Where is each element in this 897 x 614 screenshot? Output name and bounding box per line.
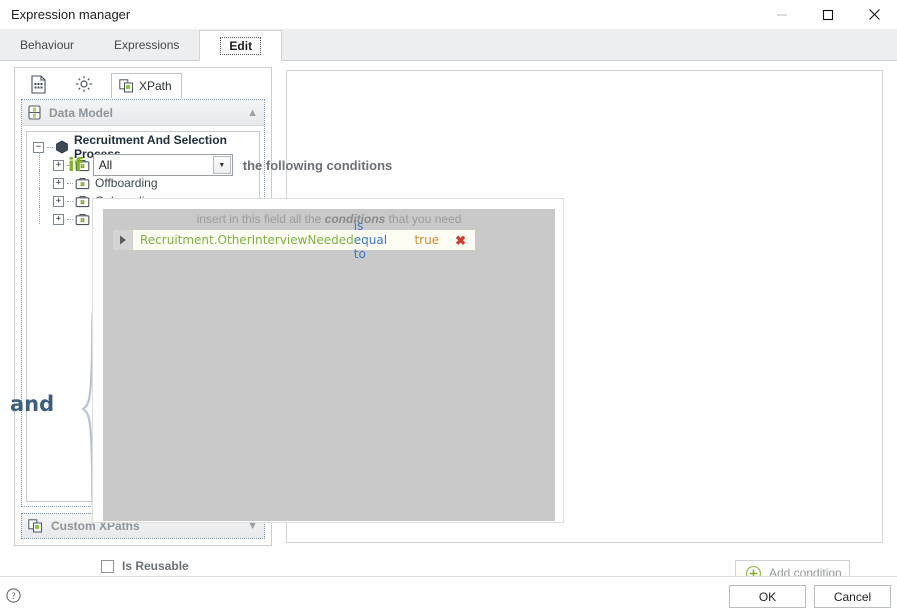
- tab-expressions-label: Expressions: [114, 38, 179, 52]
- gear-icon: [75, 75, 93, 93]
- ok-button-label: OK: [759, 590, 776, 604]
- left-panel-toolbar: XPath: [15, 68, 271, 98]
- delete-condition-icon[interactable]: ✖: [455, 234, 466, 247]
- help-button[interactable]: ?: [6, 588, 21, 606]
- svg-text:?: ?: [12, 591, 16, 601]
- window-controls: [759, 0, 897, 29]
- entity-icon: [75, 213, 90, 226]
- if-suffix-label: the following conditions: [243, 158, 392, 173]
- dialog-footer: ? OK Cancel: [0, 576, 897, 614]
- title-bar: Expression manager: [0, 0, 897, 29]
- tab-behaviour[interactable]: Behaviour: [0, 29, 94, 60]
- is-reusable-row: Is Reusable: [101, 559, 189, 573]
- xpath-icon: [28, 519, 43, 533]
- tree-expander-root[interactable]: −: [33, 142, 44, 153]
- match-mode-select[interactable]: All ▼: [93, 154, 233, 176]
- minimize-button[interactable]: [759, 0, 805, 29]
- ok-button[interactable]: OK: [729, 585, 806, 608]
- close-button[interactable]: [851, 0, 897, 29]
- data-model-header[interactable]: Data Model ▲: [22, 100, 264, 126]
- window-title: Expression manager: [11, 7, 130, 22]
- condition-row[interactable]: Recruitment.OtherInterviewNeeded is equa…: [113, 230, 475, 250]
- condition-field[interactable]: Recruitment.OtherInterviewNeeded: [140, 233, 354, 247]
- tree-expander-candidates[interactable]: +: [53, 160, 64, 171]
- database-icon: [28, 105, 41, 120]
- tab-edit-label: Edit: [220, 37, 261, 55]
- tab-edit[interactable]: Edit: [199, 30, 282, 61]
- help-icon: ?: [6, 588, 21, 603]
- is-reusable-checkbox[interactable]: [101, 560, 114, 573]
- tree-expander-offboarding[interactable]: +: [53, 178, 64, 189]
- conditions-frame: insert in this field all the conditions …: [92, 198, 564, 523]
- maximize-button[interactable]: [805, 0, 851, 29]
- document-button[interactable]: [15, 70, 61, 98]
- tree-connector: [67, 219, 73, 220]
- tree-connector: [67, 183, 73, 184]
- condition-operator[interactable]: is equal to: [354, 219, 401, 261]
- entity-icon: [75, 177, 90, 190]
- chevron-up-icon[interactable]: ▲: [247, 107, 258, 119]
- tree-node-offboarding-label: Offboarding: [95, 176, 158, 190]
- tab-behaviour-label: Behaviour: [20, 38, 74, 52]
- tree-connector-vertical: [39, 206, 40, 224]
- entity-icon: [75, 195, 90, 208]
- chevron-down-icon[interactable]: ▼: [213, 156, 231, 174]
- model-node-icon: [55, 140, 69, 154]
- xpath-tab-label: XPath: [139, 79, 172, 93]
- tab-bar: Behaviour Expressions Edit: [0, 29, 897, 61]
- tree-expander-onboarding[interactable]: +: [53, 196, 64, 207]
- if-keyword: if: [68, 154, 83, 176]
- tree-connector-vertical: [39, 188, 40, 206]
- cancel-button[interactable]: Cancel: [814, 585, 891, 608]
- settings-button[interactable]: [61, 70, 107, 98]
- if-row: if All ▼ the following conditions: [68, 154, 392, 176]
- tree-node-offboarding[interactable]: + Offboarding: [31, 174, 255, 192]
- tree-expander-recruitment[interactable]: +: [53, 214, 64, 225]
- xpath-icon: [119, 79, 134, 93]
- xpath-tab[interactable]: XPath: [111, 73, 182, 98]
- tab-expressions[interactable]: Expressions: [94, 29, 199, 60]
- minimize-icon: [776, 9, 788, 21]
- tree-connector-vertical: [39, 152, 40, 170]
- close-icon: [868, 8, 881, 21]
- cancel-button-label: Cancel: [834, 590, 871, 604]
- tree-connector-vertical: [39, 170, 40, 188]
- document-icon: [30, 75, 47, 94]
- match-mode-value: All: [94, 158, 112, 172]
- logical-operator-label: and: [10, 392, 54, 416]
- tree-connector: [47, 147, 53, 148]
- main-content: XPath Data Model ▲ −: [0, 61, 897, 576]
- conditions-hint: insert in this field all the conditions …: [103, 212, 555, 226]
- conditions-hint-before: insert in this field all the: [197, 212, 322, 226]
- condition-value[interactable]: true: [414, 233, 439, 247]
- triangle-right-icon[interactable]: [113, 230, 133, 250]
- data-model-title: Data Model: [49, 106, 113, 120]
- is-reusable-label: Is Reusable: [122, 559, 189, 573]
- tree-connector: [67, 201, 73, 202]
- conditions-panel[interactable]: insert in this field all the conditions …: [103, 209, 555, 521]
- maximize-icon: [822, 9, 834, 21]
